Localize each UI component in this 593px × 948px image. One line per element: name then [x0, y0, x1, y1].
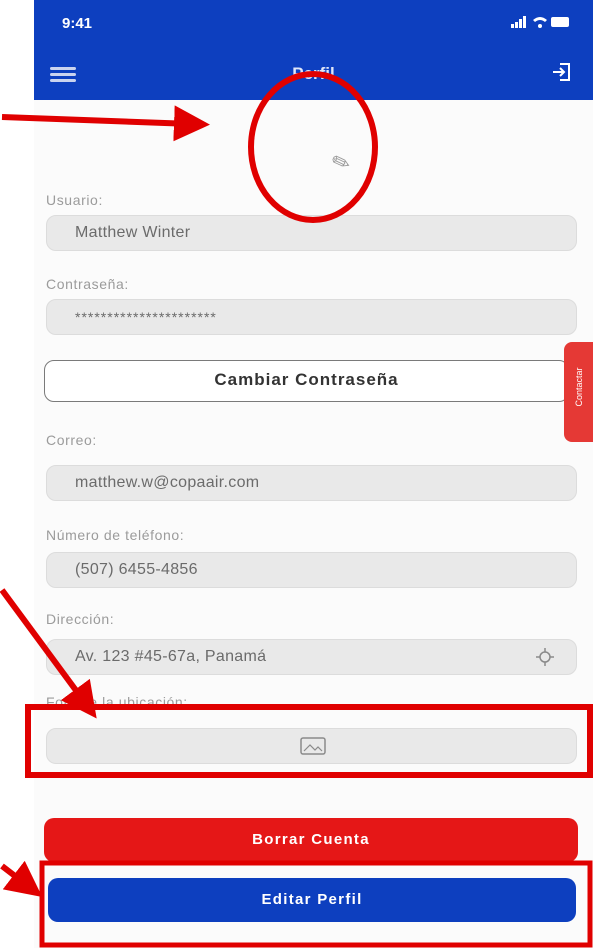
photo-label: Foto de la ubicación:: [46, 694, 188, 710]
status-bar: 9:41: [34, 0, 593, 50]
page-title: Perfil: [292, 64, 335, 83]
location-photo-field[interactable]: [46, 728, 577, 764]
status-time: 9:41: [62, 15, 93, 32]
user-label: Usuario:: [46, 192, 103, 208]
app-bar: Perfil: [34, 50, 593, 100]
logout-icon[interactable]: [549, 60, 575, 86]
image-icon: [300, 737, 326, 755]
address-field[interactable]: Av. 123 #45-67a, Panamá: [46, 639, 577, 675]
contact-tab-label: Contactar: [574, 367, 584, 407]
phone-label: Número de teléfono:: [46, 527, 185, 543]
signal-wifi-battery-icon: [511, 16, 569, 28]
status-icons: [511, 15, 571, 32]
email-field[interactable]: matthew.w@copaair.com: [46, 465, 577, 501]
location-target-icon[interactable]: [536, 648, 554, 666]
contact-tab[interactable]: Contactar: [564, 342, 593, 442]
address-label: Dirección:: [46, 611, 115, 627]
phone-field[interactable]: (507) 6455-4856: [46, 552, 577, 588]
delete-account-button[interactable]: Borrar Cuenta: [44, 818, 578, 862]
change-password-button[interactable]: Cambiar Contraseña: [44, 360, 569, 402]
edit-profile-button[interactable]: Editar Perfil: [48, 878, 576, 922]
password-label: Contraseña:: [46, 276, 129, 292]
address-value: Av. 123 #45-67a, Panamá: [75, 648, 267, 665]
user-field[interactable]: Matthew Winter: [46, 215, 577, 251]
password-field[interactable]: **********************: [46, 299, 577, 335]
annotation-arrow-edit: [0, 860, 43, 897]
email-label: Correo:: [46, 432, 97, 448]
avatar[interactable]: [274, 110, 384, 210]
phone-screen: 9:41 Perfil ✎ Usuario: Matthew Winter Co…: [34, 0, 593, 948]
